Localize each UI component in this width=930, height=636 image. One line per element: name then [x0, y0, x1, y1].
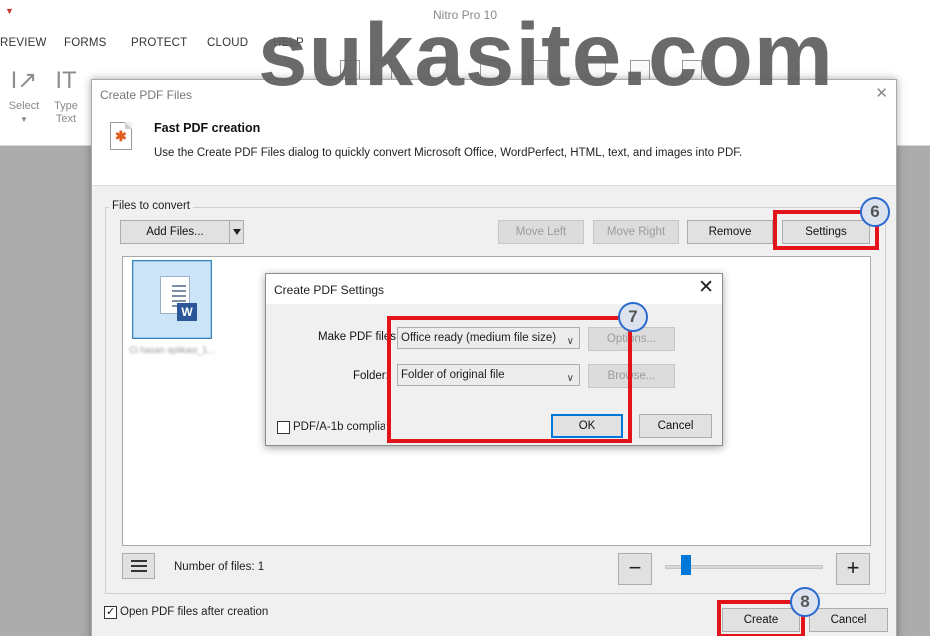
step-7-badge: 7 [618, 302, 648, 332]
step-6-badge: 6 [860, 197, 890, 227]
step-8-badge: 8 [790, 587, 820, 617]
menu-review[interactable]: REVIEW [0, 37, 47, 49]
word-document-icon: W [160, 276, 197, 321]
file-item[interactable]: W [132, 260, 212, 339]
make-pdf-files-value: Office ready (medium file size) [401, 332, 557, 344]
ribbon-select-tool[interactable]: I↗ Select ▼ [2, 66, 46, 126]
open-after-creation-checkbox[interactable] [104, 605, 117, 619]
list-view-button[interactable] [122, 553, 155, 579]
menu-help[interactable]: HELP [273, 37, 304, 49]
create-button[interactable]: Create [722, 608, 800, 632]
add-files-button[interactable]: Add Files... [120, 220, 244, 244]
dialog-header: Create PDF Files ✕ ✱ Fast PDF creation U… [92, 80, 896, 186]
settings-dialog-header: Create PDF Settings ✕ [266, 274, 722, 304]
browse-button[interactable]: Browse... [588, 364, 675, 388]
add-files-label: Add Files... [146, 226, 204, 238]
settings-button[interactable]: Settings [782, 220, 870, 244]
move-left-button[interactable]: Move Left [498, 220, 584, 244]
zoom-out-button[interactable]: − [618, 553, 652, 585]
fast-creation-heading: Fast PDF creation [154, 121, 261, 135]
create-pdf-settings-dialog: Create PDF Settings ✕ Make PDF files: Of… [265, 273, 723, 446]
ribbon-select-label: Select [8, 100, 40, 112]
folder-value: Folder of original file [401, 369, 505, 381]
ribbon-type-label-2: Text [55, 113, 77, 125]
close-icon[interactable]: ✕ [698, 277, 714, 299]
menu-forms[interactable]: FORMS [64, 37, 107, 49]
pdf-document-icon: ✱ [110, 122, 132, 150]
remove-button[interactable]: Remove [687, 220, 773, 244]
type-text-icon: IT [55, 67, 77, 94]
make-pdf-files-select[interactable]: Office ready (medium file size) ∨ [397, 327, 580, 349]
chevron-down-icon: ∨ [566, 373, 574, 384]
app-window-title: Nitro Pro 10 [432, 8, 498, 22]
fast-creation-description: Use the Create PDF Files dialog to quick… [154, 147, 743, 159]
ribbon-type-text-tool[interactable]: IT Type Text [44, 66, 88, 126]
make-pdf-files-label: Make PDF files: [318, 331, 400, 343]
file-item-name: Cl hasan aplikasi_1... [129, 345, 215, 355]
pdfa-compliance-label: PDF/A-1b compliance [293, 421, 385, 433]
folder-select[interactable]: Folder of original file ∨ [397, 364, 580, 386]
menu-bar: REVIEW FORMS PROTECT CLOUD HELP [0, 28, 930, 58]
files-to-convert-label: Files to convert [109, 200, 193, 212]
app-titlebar: ▼ Nitro Pro 10 [0, 0, 930, 28]
zoom-slider-thumb[interactable] [680, 555, 691, 575]
chevron-down-icon: ▼ [20, 115, 28, 124]
menu-protect[interactable]: PROTECT [131, 37, 187, 49]
dialog-title: Create PDF Files [100, 88, 193, 102]
cancel-button[interactable]: Cancel [809, 608, 888, 632]
menu-cloud[interactable]: CLOUD [207, 37, 248, 49]
file-count-label: Number of files: 1 [174, 561, 265, 573]
ribbon-type-label: Type [54, 100, 78, 112]
chevron-down-icon: ∨ [566, 336, 574, 347]
zoom-in-button[interactable]: + [836, 553, 870, 585]
move-right-button[interactable]: Move Right [593, 220, 679, 244]
cursor-icon: I↗ [10, 67, 38, 94]
ok-button[interactable]: OK [551, 414, 623, 438]
open-after-creation-label: Open PDF files after creation [120, 606, 269, 618]
folder-label: Folder: [353, 370, 389, 382]
chevron-down-icon[interactable] [229, 221, 243, 243]
list-blank-area [735, 405, 751, 449]
settings-cancel-button[interactable]: Cancel [639, 414, 712, 438]
pdfa-compliance-checkbox[interactable] [277, 421, 290, 434]
close-icon[interactable]: ✕ [875, 84, 888, 102]
settings-dialog-title: Create PDF Settings [274, 283, 385, 297]
